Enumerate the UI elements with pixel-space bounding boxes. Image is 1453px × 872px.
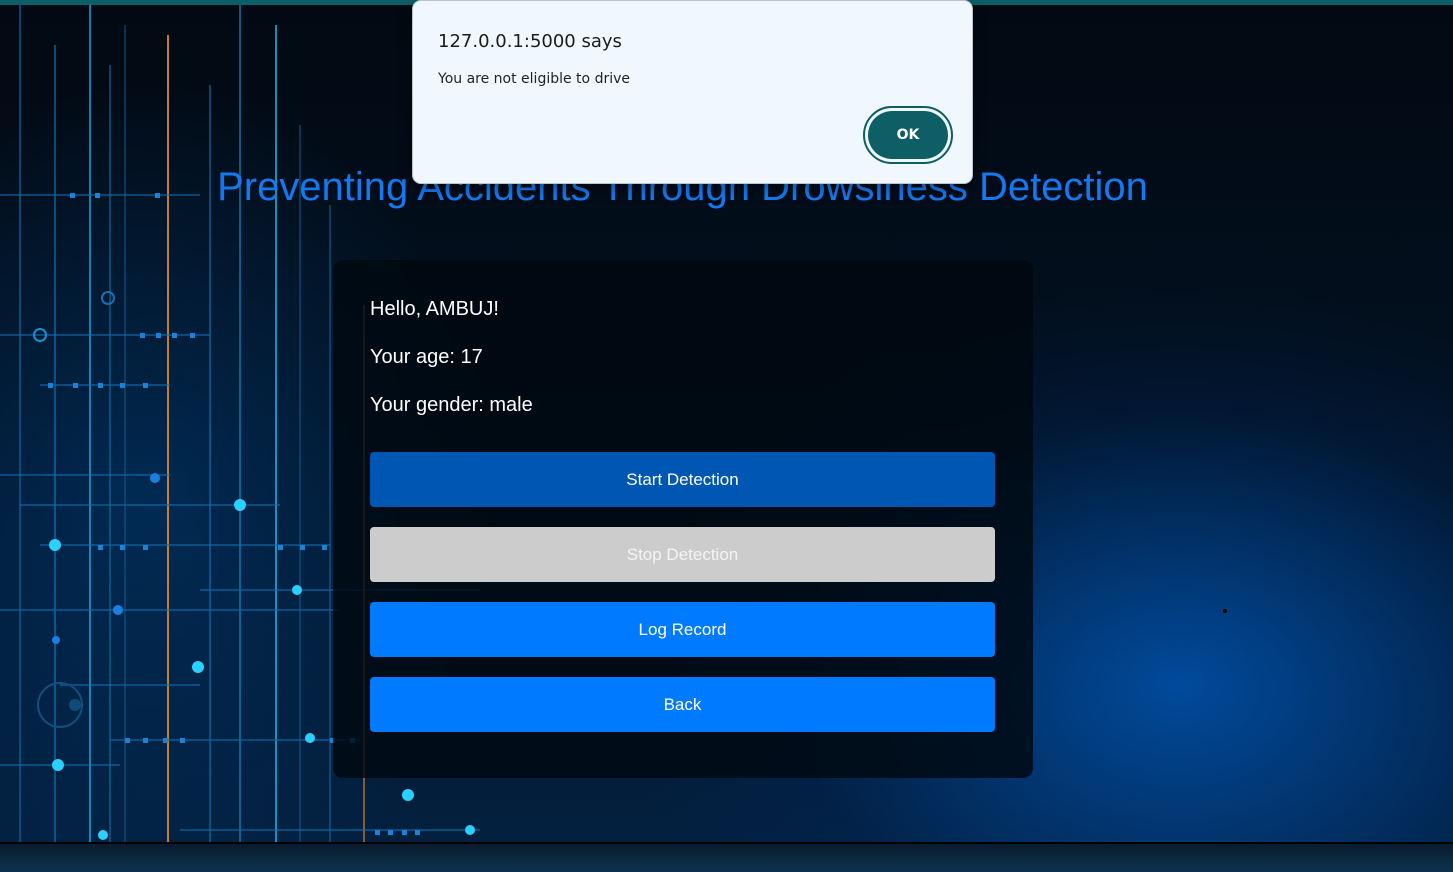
greeting-text: Hello, AMBUJ! [370,298,499,320]
ok-button-focus-ring: OK [863,106,953,164]
back-button[interactable]: Back [370,677,995,732]
age-text: Your age: 17 [370,346,483,368]
stray-dot [1223,609,1227,613]
log-record-button[interactable]: Log Record [370,602,995,657]
ok-button[interactable]: OK [868,111,948,159]
dialog-title: 127.0.0.1:5000 says [438,31,622,52]
dialog-message: You are not eligible to drive [438,71,630,87]
alert-dialog: 127.0.0.1:5000 says You are not eligible… [412,0,973,184]
start-detection-button[interactable]: Start Detection [370,452,995,507]
bottom-bar [0,842,1453,872]
gender-text: Your gender: male [370,394,533,416]
user-panel: Hello, AMBUJ! Your age: 17 Your gender: … [333,260,1033,778]
stop-detection-button[interactable]: Stop Detection [370,527,995,582]
